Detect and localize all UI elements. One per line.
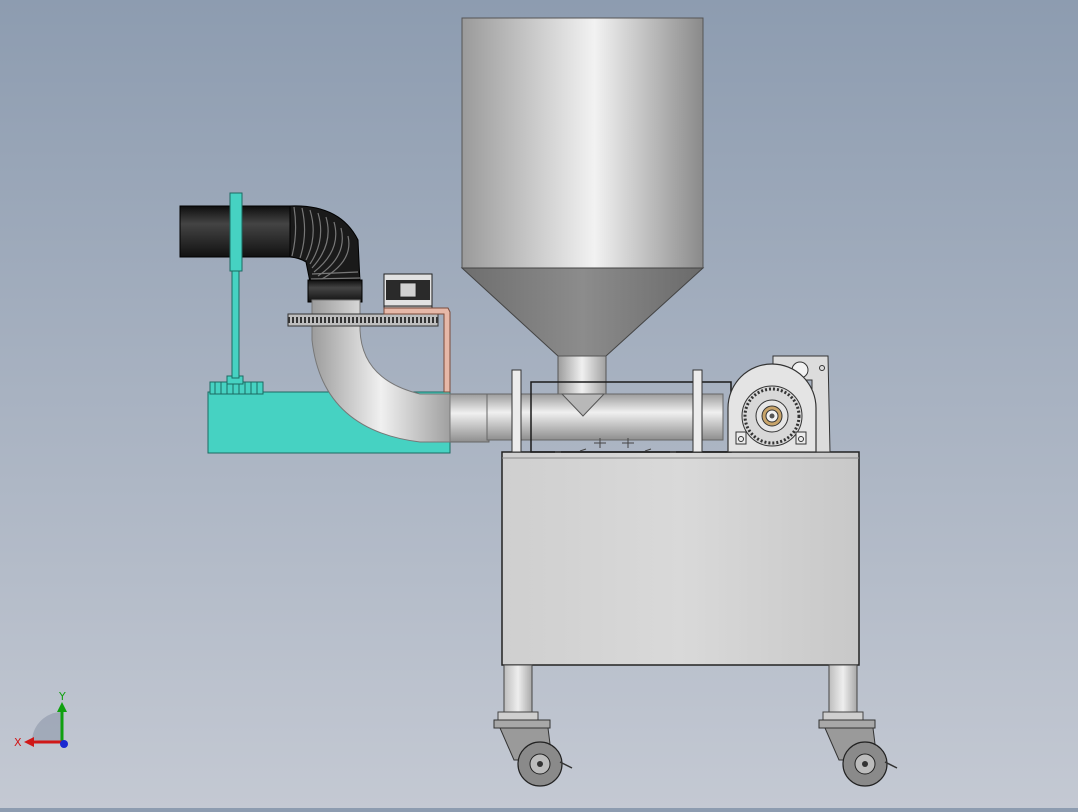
hopper bbox=[460, 17, 705, 395]
hopper-cylinder bbox=[461, 17, 704, 269]
barrel-nozzle bbox=[448, 393, 490, 443]
cyan-post bbox=[231, 267, 240, 379]
z-axis-icon bbox=[60, 740, 68, 748]
gear-rack bbox=[287, 313, 439, 327]
caster-left bbox=[499, 727, 573, 787]
barrel-flange-left bbox=[511, 369, 522, 453]
y-axis-label: Y bbox=[58, 690, 66, 703]
cabinet bbox=[501, 451, 860, 666]
cabinet-body bbox=[501, 451, 860, 666]
barrel-flange-right bbox=[692, 369, 703, 453]
machine-assembly-drawing: Y X bbox=[14, 17, 898, 787]
barrel-assembly bbox=[448, 369, 732, 453]
orientation-triad[interactable]: Y X bbox=[14, 690, 68, 749]
caster-right bbox=[824, 727, 898, 787]
intake-hose bbox=[179, 192, 363, 303]
gear-icon bbox=[741, 385, 803, 447]
gear-housing bbox=[727, 355, 831, 453]
cad-viewport[interactable]: Y X bbox=[0, 0, 1078, 808]
hose-collar bbox=[307, 279, 363, 303]
leg-left bbox=[493, 664, 551, 729]
hopper-cone bbox=[460, 267, 705, 357]
leg-right bbox=[818, 664, 876, 729]
x-axis-label: X bbox=[14, 736, 22, 749]
hopper-outlet bbox=[557, 355, 607, 395]
barrel-tube bbox=[486, 393, 724, 441]
tube-clamp bbox=[229, 192, 243, 272]
